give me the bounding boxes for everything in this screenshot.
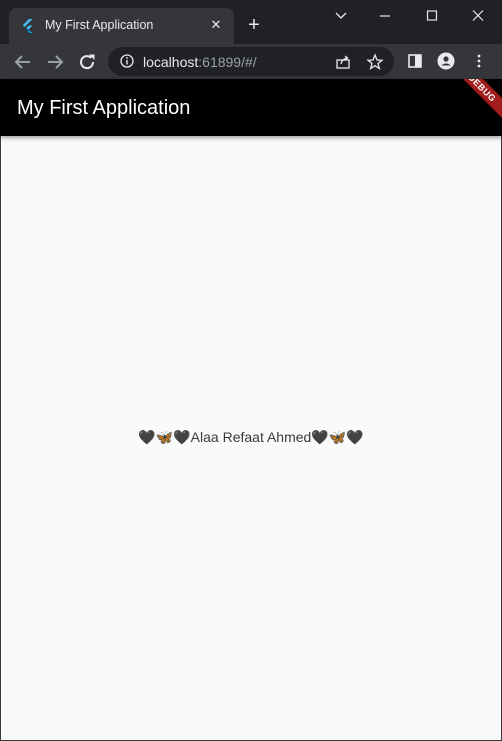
reload-icon[interactable]: [76, 51, 98, 73]
url-path: :61899/#/: [198, 54, 257, 70]
tab-strip: My First Application ✕ +: [0, 0, 502, 44]
tab-title: My First Application: [45, 18, 154, 32]
close-window-icon[interactable]: [463, 6, 493, 26]
debug-banner-container: DEBUG: [446, 79, 502, 135]
flutter-favicon-icon: [22, 19, 33, 33]
url-text[interactable]: localhost:61899/#/: [143, 54, 257, 70]
share-icon[interactable]: [334, 53, 352, 71]
app-body: 🖤🦋🖤Alaa Refaat Ahmed🖤🦋🖤: [1, 136, 501, 740]
tab-search-chevron-icon[interactable]: [326, 6, 356, 26]
app-bar: My First Application DEBUG: [0, 79, 502, 136]
maximize-icon[interactable]: [417, 6, 447, 26]
menu-icon[interactable]: [470, 52, 488, 70]
profile-icon[interactable]: [437, 52, 455, 70]
browser-tab[interactable]: My First Application ✕: [9, 8, 234, 44]
new-tab-button[interactable]: +: [244, 15, 264, 35]
back-icon[interactable]: [12, 51, 34, 73]
side-panel-icon[interactable]: [406, 52, 424, 70]
app-title: My First Application: [17, 97, 191, 119]
forward-icon[interactable]: [44, 51, 66, 73]
debug-banner: DEBUG: [446, 79, 502, 126]
info-icon[interactable]: [120, 54, 134, 68]
browser-toolbar: localhost:61899/#/: [0, 44, 502, 79]
star-icon[interactable]: [366, 53, 384, 71]
minimize-icon[interactable]: [370, 6, 400, 26]
tab-close-icon[interactable]: ✕: [208, 17, 224, 33]
address-bar[interactable]: localhost:61899/#/: [108, 47, 394, 76]
url-host: localhost: [143, 54, 199, 70]
name-text: 🖤🦋🖤Alaa Refaat Ahmed🖤🦋🖤: [138, 429, 364, 445]
